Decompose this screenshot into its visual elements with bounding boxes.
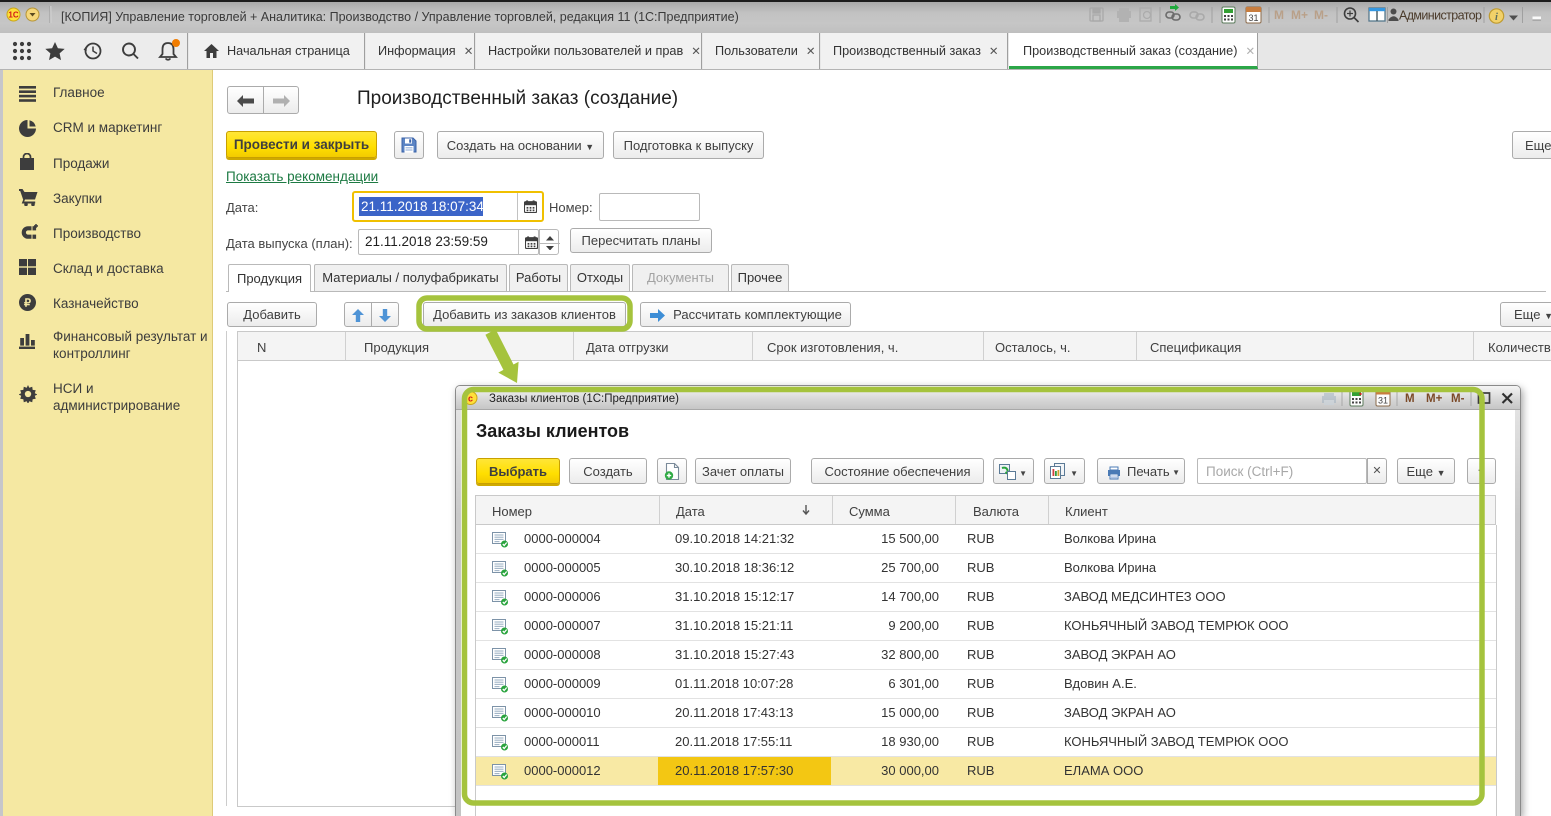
svg-text:31: 31 [1378,396,1388,406]
svg-text:M+: M+ [1291,8,1308,22]
svg-text:M+: M+ [1426,393,1443,405]
svg-text:M-: M- [1451,393,1465,405]
svg-text:31: 31 [1248,13,1258,23]
svg-text:M: M [1405,393,1415,405]
svg-text:i: i [1495,12,1498,23]
svg-text:1С: 1С [8,11,18,20]
svg-text:Заказы клиентов (1С:Предприят: Заказы клиентов (1С:Предприятие) [489,393,679,405]
svg-text:с: с [468,394,473,404]
svg-text:₽: ₽ [24,298,31,310]
svg-text:M-: M- [1314,8,1328,22]
svg-text:M: M [1274,8,1284,22]
svg-text:Администратор: Администратор [1399,9,1482,23]
